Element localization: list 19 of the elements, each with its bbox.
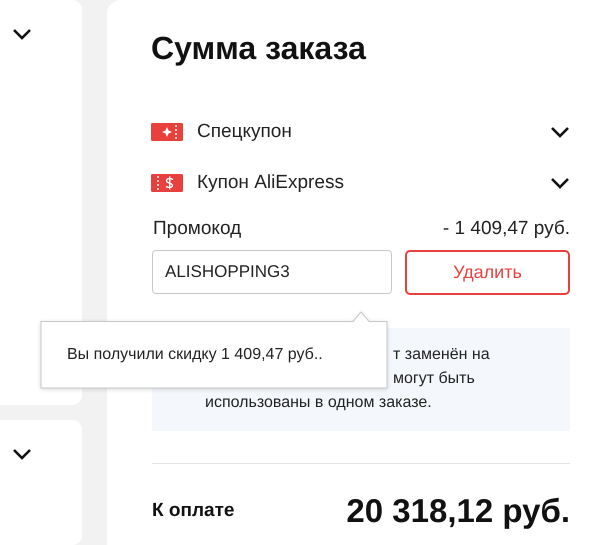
coupon-icon: [151, 123, 183, 141]
chevron-icon[interactable]: [550, 126, 570, 138]
discount-amount: - 1 409,47 руб.: [442, 218, 570, 240]
summary-title: Сумма заказа: [151, 30, 368, 67]
chevron-icon[interactable]: [550, 177, 570, 189]
input-field[interactable]: ALISHOPPING3: [152, 250, 392, 294]
coupon-row[interactable]: Спецкупон: [151, 120, 570, 144]
tooltip-text: Вы получили скидку 1 409,47 руб..: [67, 345, 323, 364]
info-text: использованы в одном заказе.: [205, 393, 432, 413]
info-text: могут быть: [393, 369, 475, 389]
coupon-row[interactable]: Купон AliExpress: [151, 171, 570, 195]
chevron-icon[interactable]: [12, 448, 32, 460]
delete-button[interactable]: Удалить: [405, 250, 570, 295]
total-label: К оплате: [152, 500, 234, 522]
info-text: т заменён на: [393, 345, 490, 365]
promo-label: Промокод: [153, 218, 242, 240]
chevron-icon[interactable]: [12, 28, 32, 40]
total-amount: 20 318,12 руб.: [346, 492, 570, 530]
coupon-icon: [151, 174, 183, 192]
